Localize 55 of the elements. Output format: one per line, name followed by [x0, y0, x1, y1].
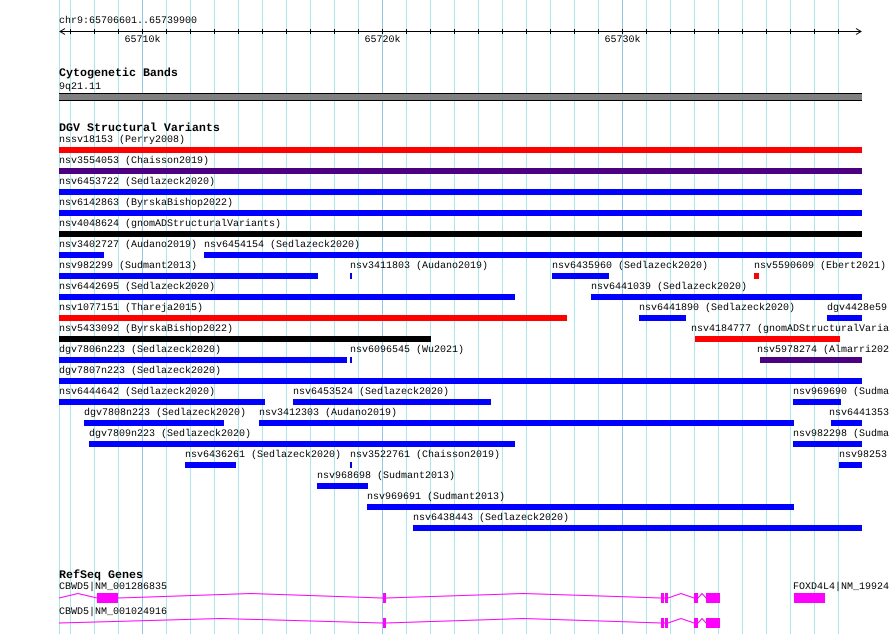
tick-label: 65730k	[604, 35, 640, 46]
variant-label: nsv1077151 (Thareja2015)	[59, 303, 204, 314]
variant-label: dgv7808n223 (Sedlazeck2020)	[84, 408, 246, 419]
variant-label: dgv4428e59	[827, 303, 888, 314]
variant-label: nsv3412303 (Audano2019)	[259, 408, 398, 419]
variant-label: nsv6436261 (Sedlazeck2020)	[185, 450, 342, 461]
variant-label: nssv18153 (Perry2008)	[59, 135, 186, 146]
variant-label: nsv3522761 (Chaisson2019)	[350, 450, 500, 461]
transcript-label: CBWD5|NM_001286835	[59, 582, 168, 593]
variant-label: nsv6444642 (Sedlazeck2020)	[59, 387, 216, 398]
exon-block	[97, 593, 118, 603]
variant-label: nsv4048624 (gnomADStructuralVariants)	[59, 219, 282, 230]
variant-label: nsv5433092 (ByrskaBishop2022)	[59, 324, 234, 335]
exon-block	[706, 618, 720, 628]
variant-label: nsv3411803 (Audano2019)	[350, 261, 488, 272]
variant-label: nsv6442695 (Sedlazeck2020)	[59, 282, 216, 293]
variant-label: nsv6453524 (Sedlazeck2020)	[293, 387, 450, 398]
tick-label: 65720k	[364, 35, 400, 46]
track-title: RefSeq Genes	[59, 569, 143, 582]
variant-label: nsv6142863 (ByrskaBishop2022)	[59, 198, 234, 209]
variant-label: nsv3402727 (Audano2019)	[59, 240, 198, 251]
variant-label: nsv6435960 (Sedlazeck2020)	[552, 261, 708, 272]
variant-label: dgv7806n223 (Sedlazeck2020)	[59, 345, 222, 356]
exon-block	[694, 593, 698, 603]
variant-label: nsv6441353	[829, 408, 890, 419]
variant-label: nsv968698 (Sudmant2013)	[317, 471, 456, 482]
variant-label: nsv3554053 (Chaisson2019)	[59, 156, 210, 167]
variant-label: nsv6096545 (Wu2021)	[350, 345, 464, 356]
exon-block	[794, 593, 825, 603]
variant-label: nsv969691 (Sudmant2013)	[367, 492, 506, 503]
exon-block	[706, 593, 720, 603]
transcript-label: FOXD4L4|NM_19924	[793, 582, 890, 593]
band-label: 9q21.11	[59, 82, 102, 93]
location-label: chr9:65706601..65739900	[59, 16, 198, 27]
transcript-label: CBWD5|NM_001024916	[59, 607, 168, 618]
variant-label: nsv6454154 (Sedlazeck2020)	[204, 240, 360, 251]
variant-label: nsv982299 (Sudmant2013)	[59, 261, 198, 272]
tick-label: 65710k	[124, 35, 160, 46]
exon-block	[383, 593, 386, 603]
variant-label: nsv5590609 (Ebert2021)	[754, 261, 886, 272]
exon-block	[694, 618, 698, 628]
variant-label: nsv4184777 (gnomADStructuralVaria	[691, 324, 890, 335]
variant-label: nsv982298 (Sudma	[793, 429, 890, 440]
variant-label: dgv7809n223 (Sedlazeck2020)	[89, 429, 252, 440]
variant-label: nsv6441890 (Sedlazeck2020)	[639, 303, 796, 314]
variant-label: dgv7807n223 (Sedlazeck2020)	[59, 366, 222, 377]
variant-label: nsv5978274 (Almarri202	[757, 345, 890, 356]
variant-label: nsv6441039 (Sedlazeck2020)	[591, 282, 748, 293]
track-title: Cytogenetic Bands	[59, 67, 178, 80]
track-title: DGV Structural Variants	[59, 122, 220, 135]
variant-label: nsv6453722 (Sedlazeck2020)	[59, 177, 216, 188]
variant-label: nsv969690 (Sudma	[793, 387, 890, 398]
variant-label: nsv98253	[839, 450, 888, 461]
exon-block	[383, 618, 386, 628]
variant-label: nsv6438443 (Sedlazeck2020)	[413, 513, 570, 524]
